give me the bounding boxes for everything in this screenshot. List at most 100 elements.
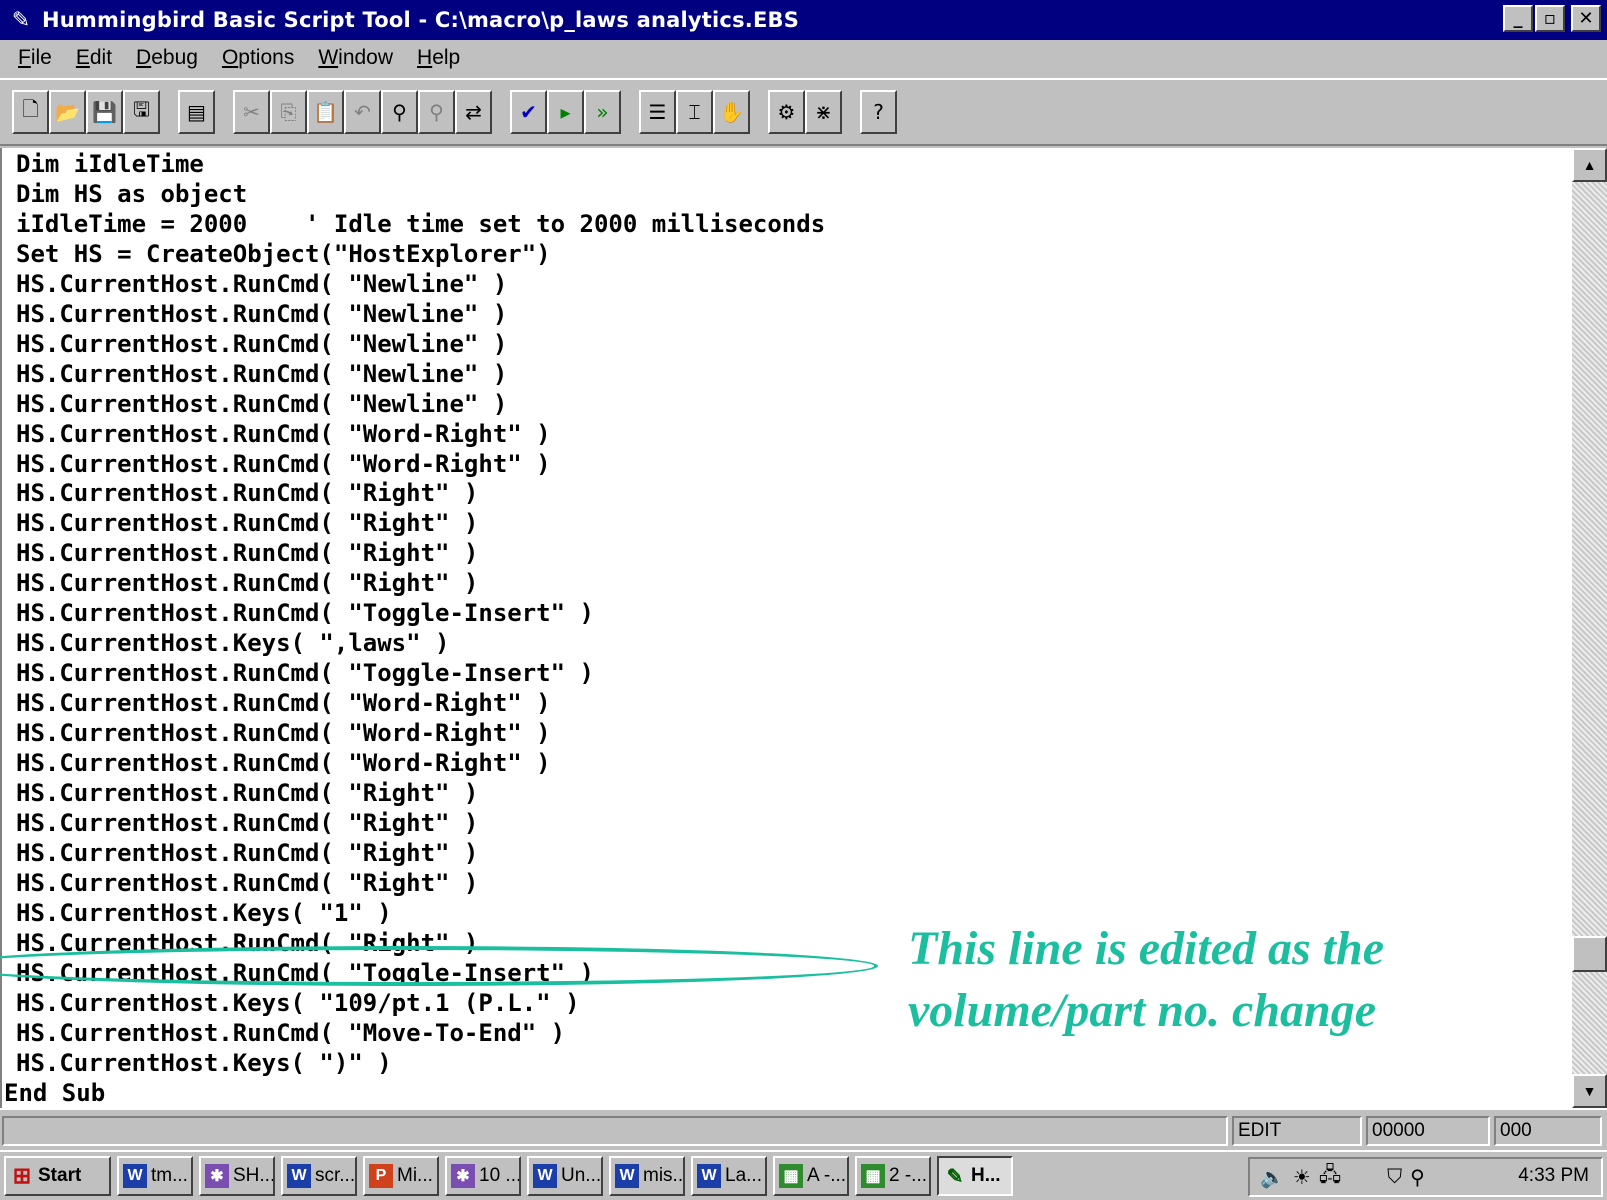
- find-next-button[interactable]: ⚲: [418, 90, 455, 134]
- status-bar: EDIT 00000 000: [0, 1108, 1607, 1150]
- help-button[interactable]: ?: [860, 90, 897, 134]
- code-line: HS.CurrentHost.RunCmd( "Right" ): [16, 808, 479, 837]
- status-line: 00000: [1366, 1116, 1490, 1146]
- new-file-button[interactable]: 🗋: [12, 90, 49, 134]
- save-icon: 💾: [92, 100, 117, 124]
- undo-button[interactable]: ↶: [344, 90, 381, 134]
- taskbar: ⊞ Start Wtm... ✱ SH... Wscr... P Mi... ✱ 10 …: [0, 1150, 1607, 1200]
- copy-icon: ⎘: [280, 100, 297, 124]
- help-icon: ?: [873, 100, 884, 124]
- code-line: HS.CurrentHost.RunCmd( "Right" ): [16, 509, 479, 538]
- quick-watch-button[interactable]: ⋇: [805, 90, 842, 134]
- cut-button[interactable]: ✂: [233, 90, 270, 134]
- add-watch-button[interactable]: ⌶: [676, 90, 713, 134]
- save-button[interactable]: 💾: [86, 90, 123, 134]
- taskbar-item[interactable]: Wscr...: [281, 1156, 357, 1196]
- menu-options[interactable]: Options: [210, 46, 306, 70]
- paste-icon: 📋: [313, 100, 338, 124]
- scroll-down-button[interactable]: ▼: [1572, 1074, 1607, 1108]
- speaker-icon[interactable]: 🔈: [1260, 1165, 1285, 1190]
- tray-app-icon[interactable]: ☀: [1293, 1165, 1311, 1190]
- hummingbird-app-icon[interactable]: ✎: [8, 7, 34, 33]
- open-file-button[interactable]: 📂: [49, 90, 86, 134]
- menu-debug[interactable]: Debug: [124, 46, 210, 70]
- taskbar-item[interactable]: Wmis...: [609, 1156, 685, 1196]
- syntax-check-button[interactable]: ✔: [510, 90, 547, 134]
- clock: 4:33 PM: [1518, 1165, 1589, 1186]
- scroll-up-button[interactable]: ▲: [1572, 148, 1607, 182]
- search-icon[interactable]: ⚲: [1410, 1165, 1425, 1190]
- close-button[interactable]: ✕: [1571, 5, 1601, 32]
- network-icon[interactable]: 🖧: [1319, 1160, 1341, 1194]
- taskbar-item[interactable]: ✱ 10 ...: [445, 1156, 521, 1196]
- code-line: End Sub: [4, 1078, 106, 1107]
- taskbar-item[interactable]: ✱ SH...: [199, 1156, 275, 1196]
- quick-watch-icon: ⋇: [815, 100, 832, 124]
- taskbar-item-active[interactable]: ✎ H...: [937, 1156, 1013, 1196]
- code-line: HS.CurrentHost.RunCmd( "Right" ): [16, 838, 479, 867]
- step-button[interactable]: »: [584, 90, 621, 134]
- replace-button[interactable]: ⇄: [455, 90, 492, 134]
- dialog-editor-button[interactable]: ▤: [178, 90, 215, 134]
- window-title: Hummingbird Basic Script Tool - C:\macro…: [42, 8, 800, 32]
- paste-button[interactable]: 📋: [307, 90, 344, 134]
- code-line: HS.CurrentHost.RunCmd( "Right" ): [16, 569, 479, 598]
- calls-button[interactable]: ⚙: [768, 90, 805, 134]
- status-column: 000: [1494, 1116, 1602, 1146]
- maximize-button[interactable]: ▫: [1535, 5, 1565, 32]
- code-line: Set HS = CreateObject("HostExplorer"): [16, 239, 551, 268]
- undo-icon: ↶: [354, 100, 371, 124]
- taskbar-item[interactable]: W Un...: [527, 1156, 603, 1196]
- taskbar-item[interactable]: ▦ A -...: [773, 1156, 849, 1196]
- code-line: HS.CurrentHost.RunCmd( "Move-To-End" ): [16, 1018, 566, 1047]
- find-button[interactable]: ⚲: [381, 90, 418, 134]
- code-line: HS.CurrentHost.RunCmd( "Newline" ): [16, 329, 508, 358]
- menu-window[interactable]: Window: [306, 46, 405, 70]
- code-text: Dim iIdleTime Dim HS as object iIdleTime =…: [4, 150, 825, 1108]
- vertical-scrollbar[interactable]: ▲ ▼: [1572, 148, 1607, 1108]
- word-doc-icon: W: [697, 1164, 721, 1188]
- start-icon: ▸: [560, 100, 571, 124]
- scroll-thumb[interactable]: [1572, 936, 1607, 972]
- code-line: HS.CurrentHost.RunCmd( "Word-Right" ): [16, 689, 551, 718]
- toggle-breakpoint-button[interactable]: ☰: [639, 90, 676, 134]
- hand-button[interactable]: ✋: [713, 90, 750, 134]
- word-doc-icon: W: [123, 1164, 147, 1188]
- cut-icon: ✂: [243, 100, 260, 124]
- menu-bar: File Edit Debug Options Window Help: [0, 40, 1607, 76]
- toggle-breakpoint-icon: ☰: [648, 100, 667, 124]
- word-doc-icon: W: [287, 1164, 311, 1188]
- code-line: HS.CurrentHost.Keys( "1" ): [16, 898, 392, 927]
- taskbar-item[interactable]: ▦ 2 -...: [855, 1156, 931, 1196]
- code-line: HS.CurrentHost.RunCmd( "Right" ): [16, 868, 479, 897]
- code-line: HS.CurrentHost.RunCmd( "Word-Right" ): [16, 449, 551, 478]
- menu-edit[interactable]: Edit: [64, 46, 124, 70]
- menu-help[interactable]: Help: [405, 46, 472, 70]
- code-line: HS.CurrentHost.RunCmd( "Toggle-Insert" ): [16, 599, 594, 628]
- callout-text: This line is edited as the volume/part n…: [908, 922, 1385, 1037]
- word-doc-icon: W: [533, 1164, 557, 1188]
- minimize-button[interactable]: _: [1503, 5, 1533, 32]
- system-tray: 🔈 ☀ 🖧 ⛉ ⚲ 4:33 PM: [1248, 1157, 1603, 1197]
- menu-file[interactable]: File: [6, 46, 64, 70]
- code-line: HS.CurrentHost.RunCmd( "Word-Right" ): [16, 749, 551, 778]
- taskbar-item[interactable]: P Mi...: [363, 1156, 439, 1196]
- antivirus-icon[interactable]: ⛉: [1387, 1166, 1402, 1189]
- save-as-button[interactable]: 🖫: [123, 90, 160, 134]
- copy-button[interactable]: ⎘: [270, 90, 307, 134]
- start-menu-button[interactable]: ⊞ Start: [4, 1156, 111, 1196]
- code-line: HS.CurrentHost.RunCmd( "Toggle-Insert" ): [16, 958, 594, 987]
- taskbar-item[interactable]: W La...: [691, 1156, 767, 1196]
- title-bar: ✎ Hummingbird Basic Script Tool - C:\mac…: [0, 0, 1607, 40]
- word-doc-icon: W: [615, 1164, 639, 1188]
- code-line: HS.CurrentHost.Keys( ")" ): [16, 1048, 392, 1077]
- calls-icon: ⚙: [777, 100, 796, 124]
- syntax-check-icon: ✔: [520, 100, 537, 124]
- arrow-down-icon: ▼: [1582, 1083, 1597, 1099]
- windows-logo-icon: ⊞: [12, 1163, 32, 1188]
- code-line: HS.CurrentHost.RunCmd( "Right" ): [16, 539, 479, 568]
- start-button[interactable]: ▸: [547, 90, 584, 134]
- app-icon: ✱: [451, 1164, 475, 1188]
- replace-icon: ⇄: [465, 100, 482, 124]
- taskbar-item[interactable]: Wtm...: [117, 1156, 193, 1196]
